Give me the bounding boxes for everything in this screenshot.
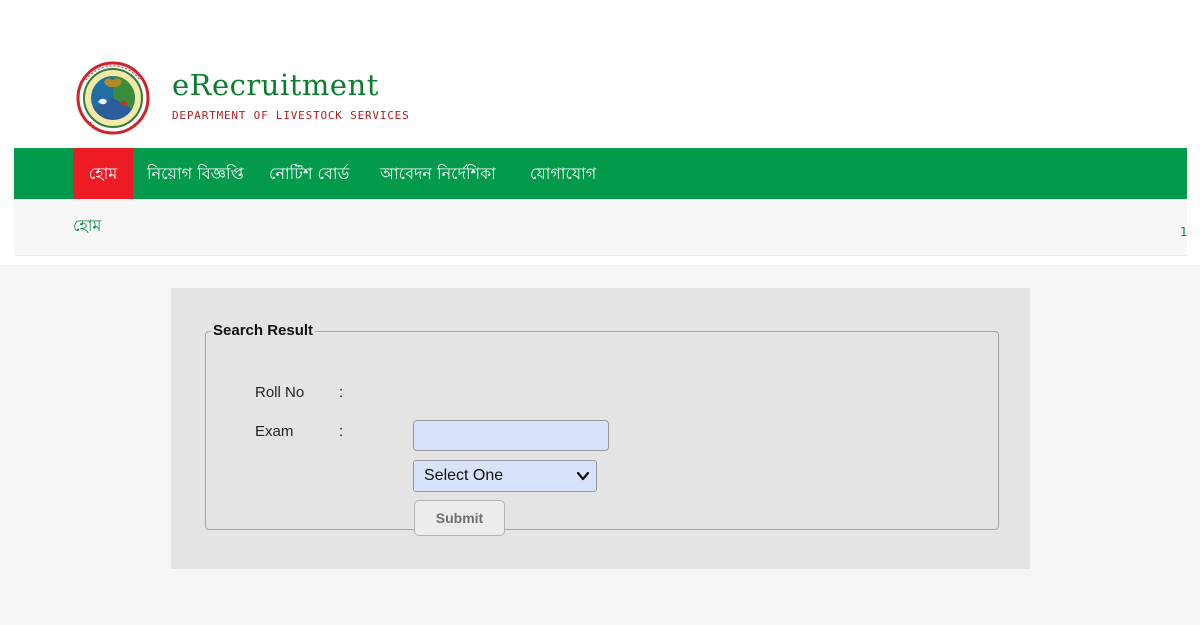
brand-title: eRecruitment (172, 68, 379, 102)
nav-contact[interactable]: যোগাযোগ (530, 148, 596, 199)
main-nav: হোম নিয়োগ বিজ্ঞপ্তি নোটিশ বোর্ড আবেদন ন… (14, 148, 1187, 199)
search-panel: Search Result Roll No : Exam : Select On… (171, 288, 1030, 569)
brand-subtitle: DEPARTMENT OF LIVESTOCK SERVICES (172, 109, 410, 122)
nav-notice-board[interactable]: নোটিশ বোর্ড (269, 148, 349, 199)
roll-colon: : (339, 384, 344, 401)
exam-label: Exam (255, 423, 294, 440)
search-result-fieldset: Search Result Roll No : Exam : Select On… (205, 322, 999, 536)
nav-home[interactable]: হোম (73, 148, 133, 199)
fieldset-legend: Search Result (211, 322, 316, 339)
livestock-seal-logo (76, 61, 150, 135)
site-header: eRecruitment DEPARTMENT OF LIVESTOCK SER… (0, 0, 1200, 265)
roll-label: Roll No (255, 384, 305, 401)
exam-select[interactable]: Select One (413, 460, 597, 492)
chevron-down-icon (576, 471, 590, 481)
breadcrumb-edge-glyph: 1 (1180, 225, 1188, 239)
breadcrumb-home[interactable]: হোম (73, 213, 101, 240)
submit-button[interactable]: Submit (414, 500, 505, 536)
exam-colon: : (339, 423, 344, 440)
logo[interactable]: eRecruitment DEPARTMENT OF LIVESTOCK SER… (76, 52, 409, 146)
exam-select-value: Select One (424, 467, 504, 484)
nav-job-circular[interactable]: নিয়োগ বিজ্ঞপ্তি (147, 148, 244, 199)
nav-application-guide[interactable]: আবেদন নির্দেশিকা (380, 148, 496, 199)
breadcrumb: হোম 1 (14, 199, 1188, 256)
roll-input[interactable] (413, 420, 609, 451)
